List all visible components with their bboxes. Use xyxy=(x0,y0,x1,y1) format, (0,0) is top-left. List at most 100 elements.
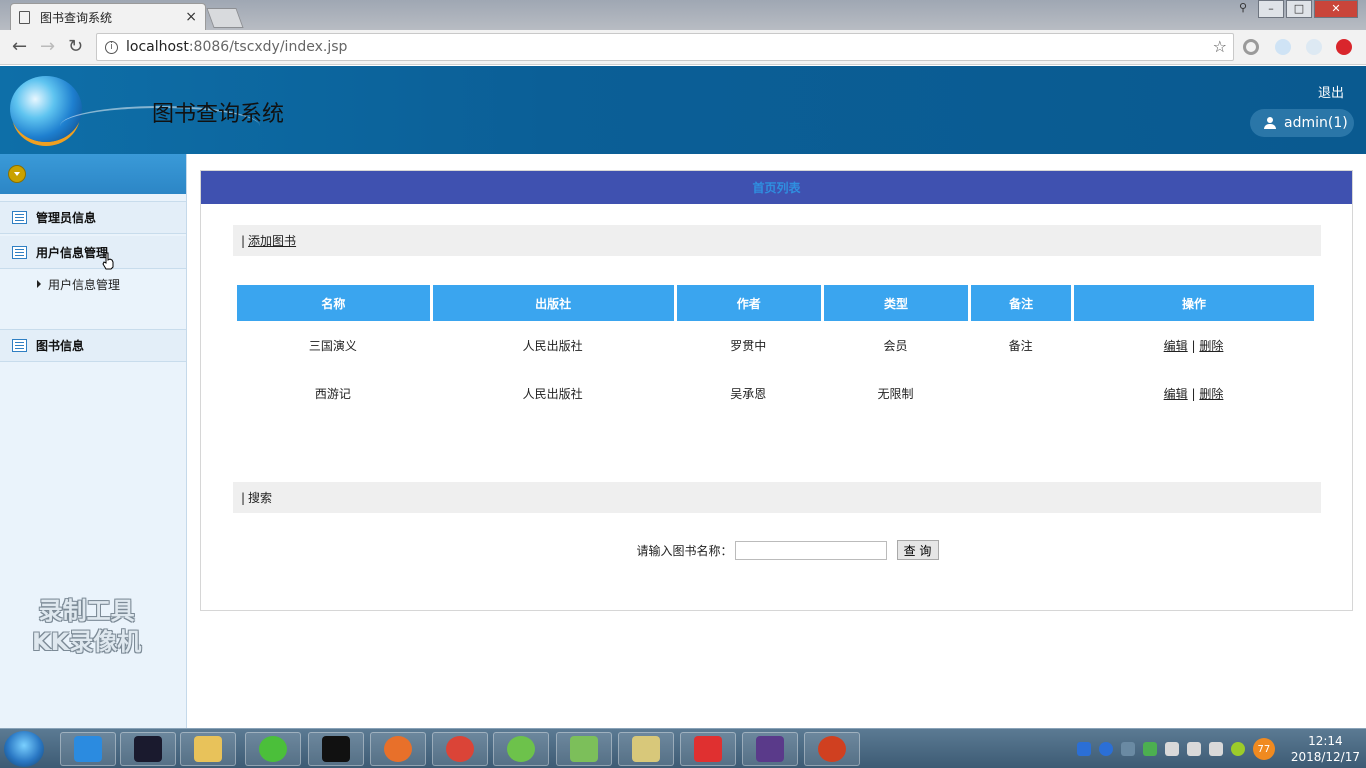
search-bar-header: | 搜索 xyxy=(233,482,1321,513)
taskbar-app[interactable] xyxy=(308,732,364,766)
recorder-watermark: 录制工具 KK录像机 xyxy=(32,596,141,658)
clock-time: 12:14 xyxy=(1308,734,1343,748)
recorder-icon xyxy=(818,736,846,762)
page-icon xyxy=(19,10,30,24)
taskbar-app[interactable] xyxy=(120,732,176,766)
extension-icon-3[interactable] xyxy=(1306,39,1322,55)
maximize-button[interactable]: □ xyxy=(1286,0,1312,18)
taskbar-app[interactable] xyxy=(180,732,236,766)
help-icon[interactable] xyxy=(1098,742,1113,756)
reload-button[interactable]: ↻ xyxy=(68,38,83,56)
column-header-type: 类型 xyxy=(822,285,969,321)
extension-icon-4[interactable] xyxy=(1336,39,1352,55)
delete-link[interactable]: 删除 xyxy=(1199,387,1223,401)
cell-author: 罗贯中 xyxy=(730,338,767,353)
tray-expand-icon[interactable] xyxy=(1164,742,1179,756)
taskbar-app[interactable] xyxy=(60,732,116,766)
minimize-button[interactable]: – xyxy=(1258,0,1284,18)
cell-note xyxy=(970,369,1071,417)
edit-link[interactable]: 编辑 xyxy=(1164,387,1188,401)
chrome-icon xyxy=(446,736,474,762)
forward-button[interactable]: → xyxy=(40,38,55,56)
app-header: 图书查询系统 退出 admin(1) xyxy=(0,66,1366,154)
search-label: 请输入图书名称： xyxy=(636,543,733,558)
sidebar-item-label: 图书信息 xyxy=(36,339,85,353)
column-header-name: 名称 xyxy=(236,285,430,321)
tab-close-icon[interactable]: × xyxy=(185,9,197,25)
cell-publisher: 人民出版社 xyxy=(522,386,583,401)
close-window-button[interactable]: ✕ xyxy=(1314,0,1358,18)
clock[interactable]: 12:14 2018/12/17 xyxy=(1291,733,1360,765)
start-button[interactable] xyxy=(4,731,44,767)
battery-icon[interactable] xyxy=(1142,742,1157,756)
list-icon xyxy=(12,211,27,224)
extension-icon-2[interactable] xyxy=(1275,39,1291,55)
books-table: 名称 出版社 作者 类型 备注 操作 三国演义 人民出版社 罗贯中 会员 备注 … xyxy=(234,285,1316,417)
notification-badge[interactable]: 77 xyxy=(1252,738,1275,760)
section-prefix: | xyxy=(241,233,246,248)
taskbar-app[interactable] xyxy=(493,732,549,766)
main-content: 首页列表 | 添加图书 名称 出版社 作者 类型 备注 操作 三国演义 人民出版… xyxy=(187,154,1366,728)
bookmark-star-icon[interactable]: ☆ xyxy=(1213,37,1227,56)
new-tab-button[interactable] xyxy=(206,8,244,28)
book-name-input[interactable] xyxy=(734,540,887,560)
taskbar-app[interactable] xyxy=(742,732,798,766)
cell-publisher: 人民出版社 xyxy=(522,338,583,353)
taskbar-app[interactable] xyxy=(618,732,674,766)
window-controls: ⚲ – □ ✕ xyxy=(1230,0,1358,18)
green-app-icon xyxy=(507,736,535,762)
taskbar-app[interactable] xyxy=(245,732,301,766)
terminal-icon xyxy=(322,736,350,762)
taskbar: 77 12:14 2018/12/17 xyxy=(0,728,1366,768)
info-icon[interactable]: i xyxy=(105,40,118,54)
profile-icon[interactable]: ⚲ xyxy=(1230,0,1256,18)
notepad-icon xyxy=(570,736,598,762)
taskbar-app[interactable] xyxy=(370,732,426,766)
taskbar-app[interactable] xyxy=(556,732,612,766)
g-app-icon xyxy=(694,736,722,762)
user-badge[interactable]: admin(1) xyxy=(1250,109,1354,137)
table-header-row: 名称 出版社 作者 类型 备注 操作 xyxy=(236,285,1314,321)
sidebar-subitem-label: 用户信息管理 xyxy=(48,277,121,292)
url-input[interactable]: i localhost :8086/tscxdy/index.jsp ☆ xyxy=(96,33,1234,61)
taskbar-app[interactable] xyxy=(680,732,736,766)
sidebar-item-admin[interactable]: 管理员信息 xyxy=(0,201,186,234)
delete-link[interactable]: 删除 xyxy=(1199,339,1223,353)
taskbar-app[interactable] xyxy=(804,732,860,766)
tray-network-icon[interactable] xyxy=(1120,742,1135,756)
content-panel: 首页列表 | 添加图书 名称 出版社 作者 类型 备注 操作 三国演义 人民出版… xyxy=(200,170,1353,611)
sidebar-subitem-user-management[interactable]: 用户信息管理 xyxy=(0,269,186,299)
cell-name: 西游记 xyxy=(314,386,351,401)
back-button[interactable]: ← xyxy=(12,38,27,56)
add-book-link[interactable]: 添加图书 xyxy=(248,232,296,249)
browser-tab[interactable]: 图书查询系统 × xyxy=(10,3,206,30)
wechat-icon xyxy=(259,736,287,762)
hand-cursor-icon xyxy=(102,252,114,270)
volume-icon[interactable] xyxy=(1208,742,1223,756)
search-button[interactable]: 查 询 xyxy=(896,540,939,560)
user-name: admin(1) xyxy=(1284,115,1348,131)
url-host: localhost xyxy=(126,39,189,55)
edit-link[interactable]: 编辑 xyxy=(1164,339,1188,353)
search-form: 请输入图书名称： 查 询 xyxy=(201,540,1354,560)
tool-icon xyxy=(632,736,660,762)
chevron-down-icon[interactable] xyxy=(8,165,26,183)
sidebar-item-user-management[interactable]: 用户信息管理 xyxy=(0,236,186,269)
folder-icon xyxy=(194,736,222,762)
logout-link[interactable]: 退出 xyxy=(1318,82,1344,101)
devices-icon[interactable] xyxy=(1186,742,1201,756)
cell-name: 三国演义 xyxy=(308,338,357,353)
watermark-line: KK录像机 xyxy=(32,628,142,656)
column-header-note: 备注 xyxy=(970,285,1072,321)
taskbar-app[interactable] xyxy=(432,732,488,766)
pen-app-icon xyxy=(384,736,412,762)
extension-icon-1[interactable] xyxy=(1243,39,1259,55)
system-tray: 77 12:14 2018/12/17 xyxy=(1076,733,1360,765)
plus-app-icon[interactable] xyxy=(1230,742,1245,756)
sidebar-item-books[interactable]: 图书信息 xyxy=(0,329,186,362)
intellij-icon xyxy=(134,736,162,762)
add-book-bar: | 添加图书 xyxy=(233,225,1321,256)
tab-title: 图书查询系统 xyxy=(40,10,113,25)
tray-q-icon[interactable] xyxy=(1076,742,1091,756)
sidebar-header xyxy=(0,154,186,194)
